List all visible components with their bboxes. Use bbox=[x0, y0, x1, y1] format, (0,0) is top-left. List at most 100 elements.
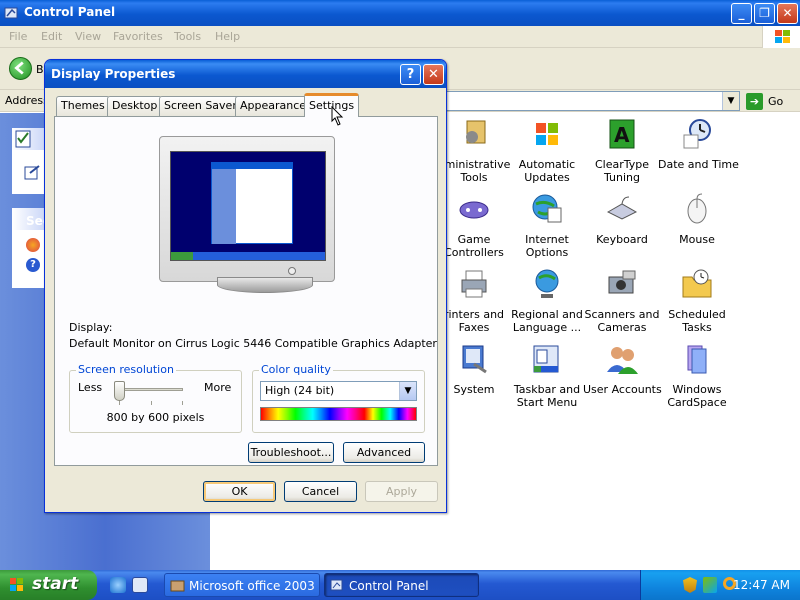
ok-button[interactable]: OK bbox=[203, 481, 276, 502]
security-shield-icon[interactable] bbox=[683, 577, 697, 593]
resolution-value: 800 by 600 pixels bbox=[106, 411, 205, 424]
color-quality-select[interactable]: High (24 bit) ▼ bbox=[260, 381, 417, 401]
cancel-button[interactable]: Cancel bbox=[284, 481, 357, 502]
chevron-down-icon[interactable]: ▼ bbox=[399, 382, 416, 400]
taskbar-item-office[interactable]: Microsoft office 2003 ... bbox=[164, 573, 320, 597]
help-button[interactable]: ? bbox=[400, 64, 421, 85]
scanners-cameras-item[interactable]: Scanners and Cameras bbox=[583, 267, 661, 334]
taskbar-item-label: Microsoft office 2003 ... bbox=[189, 579, 320, 593]
printer-icon bbox=[461, 270, 487, 298]
internet-explorer-icon[interactable] bbox=[110, 577, 126, 593]
item-label: Taskbar and bbox=[513, 383, 581, 396]
back-arrow-icon[interactable] bbox=[9, 57, 32, 80]
more-label: More bbox=[204, 381, 232, 394]
slider-tick bbox=[182, 401, 183, 405]
display-properties-dialog: Display Properties ? ✕ Themes Desktop Sc… bbox=[44, 59, 447, 513]
go-button-label[interactable]: Go bbox=[768, 95, 783, 108]
control-panel-icon bbox=[330, 579, 343, 591]
start-button[interactable]: start bbox=[0, 570, 97, 600]
troubleshoot-button[interactable]: Troubleshoot... bbox=[248, 442, 334, 463]
keyboard-icon bbox=[606, 196, 638, 220]
globe-stand-icon bbox=[535, 269, 559, 298]
item-label: Updates bbox=[524, 171, 570, 184]
power-button-icon bbox=[288, 267, 296, 275]
item-label: rinters and bbox=[443, 308, 505, 321]
menu-file[interactable]: File bbox=[9, 30, 27, 43]
control-panel-items: dministrative Tools Automatic Updates A Cl… bbox=[438, 113, 800, 570]
office-installer-icon bbox=[170, 580, 185, 592]
mouse-item[interactable]: Mouse bbox=[658, 192, 736, 246]
globe-icon bbox=[532, 194, 562, 223]
windows-flag-icon bbox=[10, 578, 23, 591]
item-label: Start Menu bbox=[516, 396, 578, 409]
address-input[interactable]: ▼ bbox=[446, 91, 740, 111]
apply-button[interactable]: Apply bbox=[365, 481, 438, 502]
task-pane-header[interactable] bbox=[12, 128, 48, 150]
item-label: Regional and bbox=[511, 308, 583, 321]
network-icon[interactable] bbox=[703, 577, 717, 593]
show-desktop-icon[interactable] bbox=[132, 577, 148, 593]
resolution-slider-thumb[interactable] bbox=[114, 381, 125, 401]
slider-tick bbox=[151, 401, 152, 405]
item-label: Automatic bbox=[518, 158, 576, 171]
menu-help[interactable]: Help bbox=[215, 30, 240, 43]
mouse-cursor-icon bbox=[331, 106, 344, 126]
taskbar: start Microsoft office 2003 ... Control … bbox=[0, 570, 800, 600]
close-window-button[interactable]: ✕ bbox=[777, 3, 798, 24]
menu-favorites[interactable]: Favorites bbox=[113, 30, 163, 43]
regional-language-item[interactable]: Regional and Language ... bbox=[508, 267, 586, 334]
item-label: Game bbox=[457, 233, 491, 246]
item-label: Keyboard bbox=[596, 233, 648, 246]
windows-flag-icon bbox=[536, 123, 558, 145]
color-quality-value: High (24 bit) bbox=[265, 384, 335, 397]
menu-edit[interactable]: Edit bbox=[41, 30, 62, 43]
menu-tools[interactable]: Tools bbox=[174, 30, 201, 43]
menu-view[interactable]: View bbox=[75, 30, 101, 43]
item-label: Controllers bbox=[444, 246, 504, 259]
taskbar-item-control-panel[interactable]: Control Panel bbox=[324, 573, 479, 597]
system-icon bbox=[462, 345, 487, 374]
scheduled-tasks-item[interactable]: Scheduled Tasks bbox=[658, 267, 736, 334]
minimize-button[interactable]: _ bbox=[731, 3, 752, 24]
svg-text:A: A bbox=[614, 123, 630, 147]
tab-desktop[interactable]: Desktop bbox=[107, 96, 163, 116]
close-dialog-button[interactable]: ✕ bbox=[423, 64, 444, 85]
keyboard-item[interactable]: Keyboard bbox=[583, 192, 661, 246]
window-title: Control Panel bbox=[24, 5, 116, 19]
address-label: Address bbox=[5, 94, 49, 107]
resolution-slider-track[interactable] bbox=[118, 388, 183, 391]
dialog-titlebar[interactable]: Display Properties bbox=[45, 60, 446, 88]
monitor-screen bbox=[170, 151, 326, 261]
help-support-icon[interactable]: ? bbox=[26, 258, 40, 272]
item-label: Internet bbox=[525, 233, 569, 246]
internet-options-item[interactable]: Internet Options bbox=[508, 192, 586, 259]
tab-themes[interactable]: Themes bbox=[56, 96, 110, 116]
clock: 12:47 AM bbox=[733, 578, 790, 592]
go-arrow-icon[interactable]: ➔ bbox=[746, 93, 763, 110]
control-panel-icon bbox=[4, 7, 18, 19]
item-label: Tuning bbox=[603, 171, 640, 184]
control-panel-titlebar[interactable]: Control Panel _ ❐ ✕ bbox=[0, 0, 800, 26]
item-label: Date and Time bbox=[658, 158, 739, 171]
item-label: Tasks bbox=[682, 321, 712, 334]
switch-view-icon[interactable] bbox=[22, 162, 44, 184]
date-time-item[interactable]: Date and Time bbox=[658, 117, 739, 171]
item-label: dministrative bbox=[437, 158, 511, 171]
cleartype-tuning-item[interactable]: A ClearType Tuning bbox=[583, 117, 661, 184]
restore-button[interactable]: ❐ bbox=[754, 3, 775, 24]
taskbar-start-menu-item[interactable]: Taskbar and Start Menu bbox=[508, 342, 586, 409]
preview-window bbox=[211, 162, 293, 244]
item-label: System bbox=[453, 383, 495, 396]
automatic-updates-item[interactable]: Automatic Updates bbox=[508, 117, 586, 184]
tab-appearance[interactable]: Appearance bbox=[235, 96, 312, 116]
address-dropdown-icon[interactable]: ▼ bbox=[722, 92, 739, 110]
windows-update-icon[interactable] bbox=[26, 238, 40, 252]
user-accounts-item[interactable]: User Accounts bbox=[583, 342, 662, 396]
item-label: Faxes bbox=[458, 321, 490, 334]
users-icon bbox=[607, 347, 638, 374]
advanced-button[interactable]: Advanced bbox=[343, 442, 425, 463]
item-label: Scanners and bbox=[584, 308, 660, 321]
windows-cardspace-item[interactable]: Windows CardSpace bbox=[658, 342, 736, 409]
tab-screen-saver[interactable]: Screen Saver bbox=[159, 96, 242, 116]
back-button-label[interactable]: B bbox=[36, 63, 44, 76]
